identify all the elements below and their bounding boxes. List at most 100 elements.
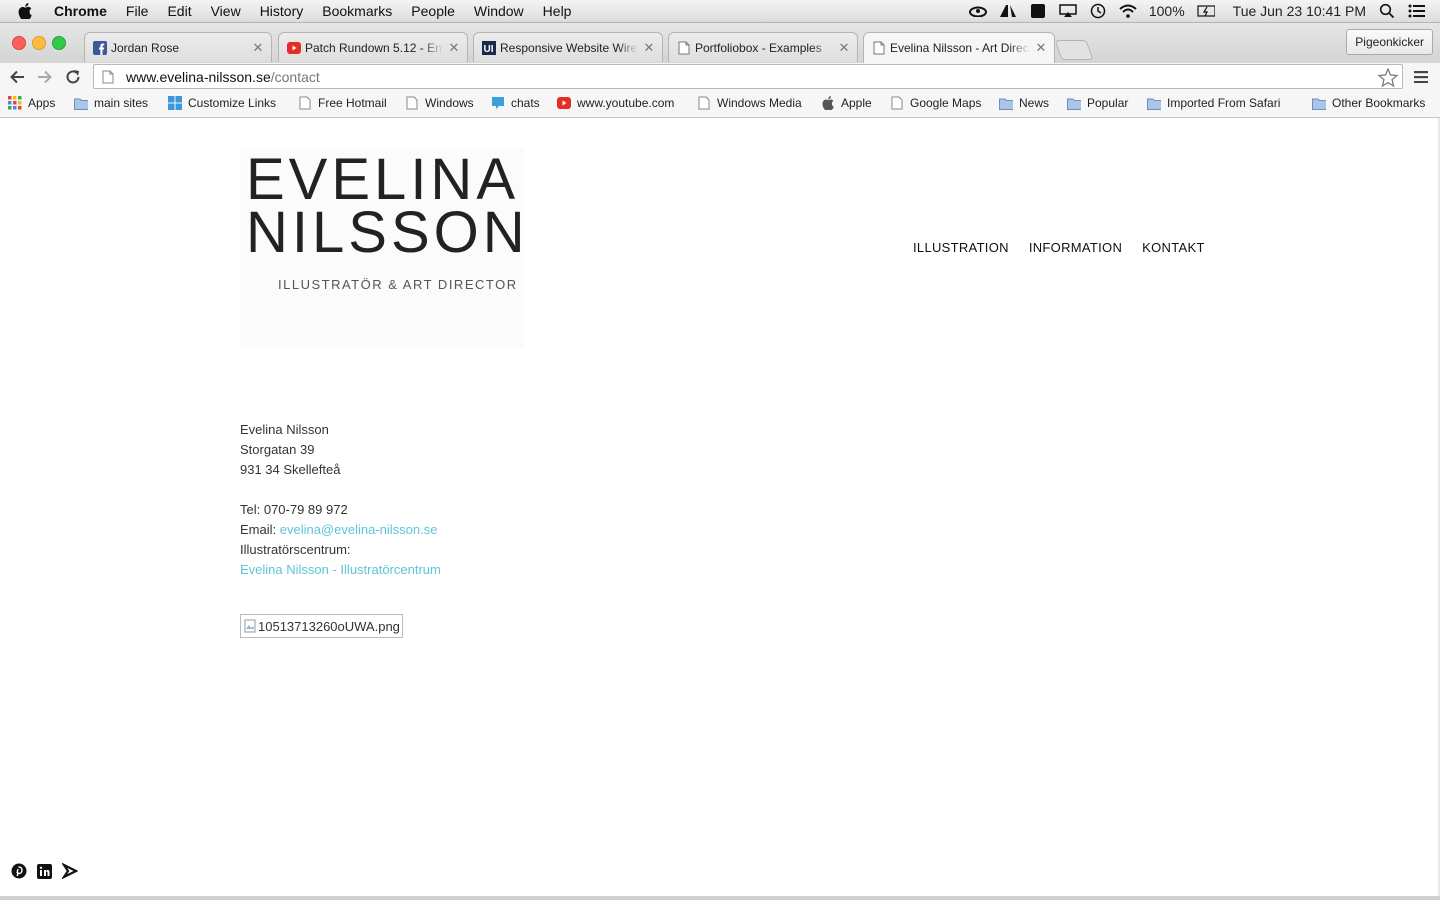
centrum-label: Illustratörscentrum: bbox=[240, 542, 351, 557]
chrome-menu-icon[interactable] bbox=[1411, 67, 1431, 87]
url-path: /contact bbox=[270, 68, 320, 85]
creative-cloud-icon[interactable] bbox=[968, 4, 987, 18]
social-links bbox=[11, 862, 79, 884]
contact-city: 931 34 Skellefteå bbox=[240, 462, 341, 477]
bookmark-windows[interactable]: Windows bbox=[405, 96, 474, 110]
bookmark-imported-from-safari[interactable]: Imported From Safari bbox=[1147, 96, 1280, 110]
bookmark-other-bookmarks[interactable]: Other Bookmarks bbox=[1312, 96, 1425, 110]
battery-percent: 100% bbox=[1148, 3, 1185, 19]
close-tab-icon[interactable]: ✕ bbox=[837, 40, 851, 56]
tab-title: Evelina Nilsson - Art Direct bbox=[890, 41, 1030, 55]
menu-people[interactable]: People bbox=[411, 3, 455, 19]
contact-street: Storgatan 39 bbox=[240, 442, 315, 457]
bookmark-apple[interactable]: Apple bbox=[821, 96, 872, 110]
minimize-window-button[interactable] bbox=[32, 36, 46, 50]
page-info-icon[interactable] bbox=[102, 70, 116, 84]
menubar-app-icon[interactable] bbox=[1029, 4, 1047, 18]
bookmark-apps[interactable]: Apps bbox=[8, 96, 55, 110]
window-bottom-edge bbox=[0, 896, 1440, 900]
site-logo[interactable]: EVELINA NILSSON ILLUSTRATÖR & ART DIRECT… bbox=[240, 148, 525, 348]
apple-menu-icon[interactable] bbox=[18, 3, 34, 19]
bookmark-label: Customize Links bbox=[188, 96, 277, 110]
menu-help[interactable]: Help bbox=[543, 3, 572, 19]
facebook-icon bbox=[93, 40, 107, 55]
email-link[interactable]: evelina@evelina-nilsson.se bbox=[280, 522, 438, 537]
menu-bookmarks[interactable]: Bookmarks bbox=[322, 3, 392, 19]
maximize-window-button[interactable] bbox=[52, 36, 66, 50]
bookmark-label: Google Maps bbox=[910, 96, 982, 110]
close-tab-icon[interactable]: ✕ bbox=[642, 40, 656, 56]
bookmark-star-icon[interactable] bbox=[1377, 67, 1399, 90]
bookmark-windows-media[interactable]: Windows Media bbox=[697, 96, 802, 110]
pinterest-icon[interactable] bbox=[11, 863, 27, 884]
folder-icon bbox=[74, 96, 88, 110]
tab-patch-rundown[interactable]: Patch Rundown 5.12 - Ent ✕ bbox=[278, 32, 468, 62]
bookmark-google-maps[interactable]: Google Maps bbox=[890, 96, 981, 110]
close-tab-icon[interactable]: ✕ bbox=[447, 40, 461, 56]
airplay-icon[interactable] bbox=[1059, 4, 1077, 18]
bookmark-label: News bbox=[1019, 96, 1050, 110]
bookmark-news[interactable]: News bbox=[999, 96, 1049, 110]
site-nav: ILLUSTRATION INFORMATION KONTAKT bbox=[913, 240, 1205, 255]
address-bar[interactable]: www.evelina-nilsson.se /contact bbox=[93, 64, 1403, 89]
menu-bar: Chrome File Edit View History Bookmarks … bbox=[0, 0, 1440, 23]
reload-button[interactable] bbox=[63, 67, 83, 87]
spotlight-search-icon[interactable] bbox=[1378, 3, 1396, 19]
centrum-link[interactable]: Evelina Nilsson - Illustratörcentrum bbox=[240, 560, 441, 580]
close-tab-icon[interactable]: ✕ bbox=[1034, 40, 1048, 56]
bookmarks-bar: Apps main sites Customize Links Free Hot… bbox=[0, 91, 1440, 118]
wifi-icon[interactable] bbox=[1119, 4, 1137, 18]
linkedin-icon[interactable] bbox=[37, 863, 52, 884]
logo-subtitle: ILLUSTRATÖR & ART DIRECTOR bbox=[278, 277, 518, 292]
notification-center-icon[interactable] bbox=[1408, 4, 1426, 18]
menu-app-name[interactable]: Chrome bbox=[54, 3, 107, 19]
bookmark-label: main sites bbox=[94, 96, 149, 110]
ui-icon: UI bbox=[482, 40, 496, 55]
forward-button[interactable] bbox=[35, 67, 55, 87]
bookmark-main-sites[interactable]: main sites bbox=[74, 96, 148, 110]
tab-jordan-rose[interactable]: Jordan Rose ✕ bbox=[84, 32, 272, 62]
time-machine-icon[interactable] bbox=[1089, 3, 1107, 19]
nav-illustration[interactable]: ILLUSTRATION bbox=[913, 240, 1009, 255]
nav-kontakt[interactable]: KONTAKT bbox=[1142, 240, 1205, 255]
clock[interactable]: Tue Jun 23 10:41 PM bbox=[1233, 3, 1366, 19]
bookmark-customize-links[interactable]: Customize Links bbox=[168, 96, 276, 110]
menu-view[interactable]: View bbox=[211, 3, 241, 19]
new-tab-button[interactable] bbox=[1054, 40, 1094, 60]
close-window-button[interactable] bbox=[12, 36, 26, 50]
nav-information[interactable]: INFORMATION bbox=[1029, 240, 1122, 255]
bookmark-chats[interactable]: chats bbox=[491, 96, 540, 110]
menu-file[interactable]: File bbox=[126, 3, 149, 19]
page-icon bbox=[890, 96, 904, 110]
tab-evelina-nilsson[interactable]: Evelina Nilsson - Art Direct ✕ bbox=[863, 32, 1055, 63]
apple-icon bbox=[821, 96, 835, 110]
contact-info: Evelina Nilsson Storgatan 39 931 34 Skel… bbox=[240, 420, 441, 580]
page-icon bbox=[405, 96, 419, 110]
broken-image-alt: 10513713260oUWA.png bbox=[258, 618, 400, 634]
bookmark-label: Free Hotmail bbox=[318, 96, 387, 110]
browser-toolbar: www.evelina-nilsson.se /contact bbox=[0, 63, 1440, 91]
folder-icon bbox=[1147, 96, 1161, 110]
broken-image-icon bbox=[244, 619, 256, 633]
bookmark-label: Popular bbox=[1087, 96, 1129, 110]
menu-window[interactable]: Window bbox=[474, 3, 524, 19]
tab-responsive-wireframe[interactable]: UI Responsive Website Wiref ✕ bbox=[473, 32, 663, 62]
tab-title: Portfoliobox - Examples bbox=[695, 40, 822, 55]
close-tab-icon[interactable]: ✕ bbox=[251, 40, 265, 56]
back-button[interactable] bbox=[7, 67, 27, 87]
menu-history[interactable]: History bbox=[260, 3, 304, 19]
tab-portfoliobox[interactable]: Portfoliobox - Examples ✕ bbox=[668, 32, 858, 62]
share-arrow-icon[interactable] bbox=[60, 862, 79, 884]
profile-button[interactable]: Pigeonkicker bbox=[1346, 29, 1433, 55]
folder-icon bbox=[1067, 96, 1081, 110]
bookmark-free-hotmail[interactable]: Free Hotmail bbox=[298, 96, 387, 110]
bookmark-popular[interactable]: Popular bbox=[1067, 96, 1128, 110]
battery-icon[interactable] bbox=[1197, 4, 1215, 18]
menu-edit[interactable]: Edit bbox=[167, 3, 191, 19]
contact-tel: Tel: 070-79 89 972 bbox=[240, 502, 348, 517]
adobe-icon[interactable] bbox=[999, 4, 1017, 18]
page-icon bbox=[298, 96, 312, 110]
bookmark-label: Windows bbox=[425, 96, 474, 110]
page-icon bbox=[697, 96, 711, 110]
bookmark-youtube[interactable]: www.youtube.com bbox=[557, 96, 674, 110]
